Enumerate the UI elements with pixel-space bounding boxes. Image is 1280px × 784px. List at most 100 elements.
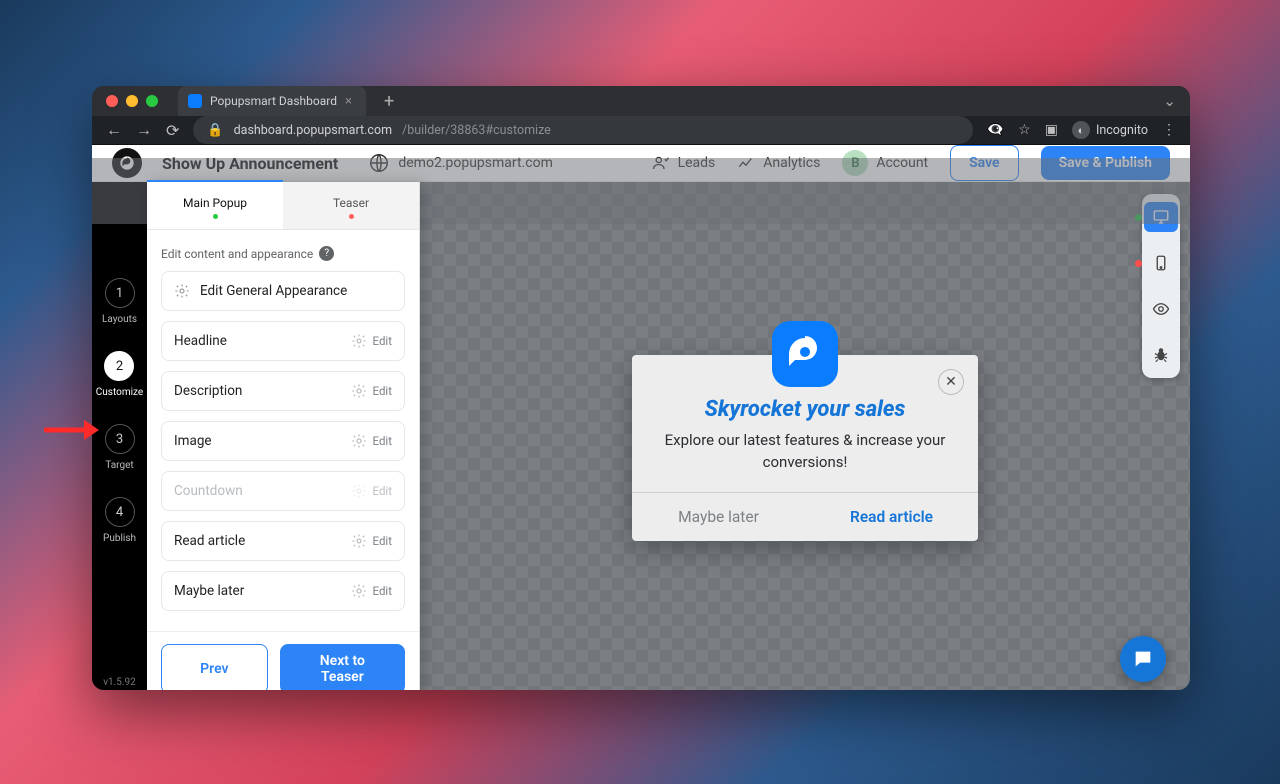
row-countdown-edit[interactable]: Edit [351, 483, 392, 499]
edit-label: Edit [373, 434, 392, 448]
row-headline[interactable]: Headline Edit [161, 321, 405, 361]
step-publish-label: Publish [103, 533, 136, 544]
edit-label: Edit [373, 384, 392, 398]
popup-close-icon[interactable]: ✕ [938, 369, 964, 395]
device-debug[interactable] [1144, 340, 1178, 370]
popup-headline: Skyrocket your sales [632, 397, 978, 422]
gear-icon [351, 383, 367, 399]
gear-icon [351, 533, 367, 549]
tabs-dropdown-icon[interactable]: ⌄ [1163, 92, 1176, 110]
workspace: 1 Layouts 2 Customize 3 Target 4 Publish… [92, 182, 1190, 690]
url-field[interactable]: 🔒 dashboard.popupsmart.com/builder/38863… [193, 116, 972, 144]
step-publish[interactable]: 4 Publish [103, 497, 136, 544]
step-rail: 1 Layouts 2 Customize 3 Target 4 Publish… [92, 182, 147, 690]
gear-icon [351, 483, 367, 499]
tab-close-icon[interactable]: × [345, 94, 352, 109]
step-customize-label: Customize [96, 387, 143, 398]
step-layouts-num: 1 [105, 278, 135, 308]
gear-icon [351, 583, 367, 599]
panel-tabs: Main Popup Teaser [147, 182, 419, 230]
row-maybe-edit[interactable]: Edit [351, 583, 392, 599]
row-description[interactable]: Description Edit [161, 371, 405, 411]
browser-menu-icon[interactable]: ⋮ [1162, 122, 1176, 138]
incognito-label: Incognito [1096, 123, 1148, 138]
row-read-edit[interactable]: Edit [351, 533, 392, 549]
row-countdown-label: Countdown [174, 483, 243, 499]
edit-label: Edit [373, 584, 392, 598]
row-image-label: Image [174, 433, 212, 449]
tab-teaser[interactable]: Teaser [283, 182, 419, 229]
row-maybe-later[interactable]: Maybe later Edit [161, 571, 405, 611]
mobile-icon [1144, 248, 1178, 278]
row-maybe-label: Maybe later [174, 583, 244, 599]
status-dot-active-icon [213, 214, 218, 219]
popup-preview: ✕ Skyrocket your sales Explore our lates… [632, 355, 978, 540]
customize-panel: Main Popup Teaser Edit content and appea… [147, 182, 420, 690]
popup-read-article-button[interactable]: Read article [805, 492, 978, 540]
panel-list-title-text: Edit content and appearance [161, 247, 313, 261]
back-icon[interactable]: ← [106, 120, 122, 140]
panel-footer: Prev Next to Teaser [147, 631, 419, 690]
extensions-icon[interactable]: ▣ [1045, 122, 1058, 138]
row-headline-label: Headline [174, 333, 227, 349]
step-target-num: 3 [105, 424, 135, 454]
row-description-edit[interactable]: Edit [351, 383, 392, 399]
minimize-window-control[interactable] [126, 95, 138, 107]
prev-button[interactable]: Prev [161, 644, 268, 690]
device-mobile[interactable] [1144, 248, 1178, 278]
eye-off-icon[interactable]: 👁‍🗨 [987, 122, 1004, 138]
bookmark-icon[interactable]: ☆ [1018, 122, 1031, 138]
browser-window: Popupsmart Dashboard × + ⌄ ← → ⟳ 🔒 dashb… [92, 86, 1190, 690]
popup-buttons: Maybe later Read article [632, 491, 978, 540]
browser-tab[interactable]: Popupsmart Dashboard × [178, 86, 366, 116]
fullscreen-window-control[interactable] [146, 95, 158, 107]
incognito-badge: ◐ Incognito [1072, 121, 1148, 139]
step-layouts[interactable]: 1 Layouts [102, 278, 137, 325]
row-headline-edit[interactable]: Edit [351, 333, 392, 349]
popup-description: Explore our latest features & increase y… [632, 430, 978, 492]
tab-main-popup[interactable]: Main Popup [147, 180, 283, 229]
new-tab-button[interactable]: + [384, 91, 394, 112]
row-general-appearance[interactable]: Edit General Appearance [161, 271, 405, 311]
close-window-control[interactable] [106, 95, 118, 107]
panel-list: Edit content and appearance ? Edit Gener… [147, 230, 419, 631]
step-layouts-label: Layouts [102, 314, 137, 325]
chat-icon [1132, 648, 1154, 670]
url-host: dashboard.popupsmart.com [234, 123, 392, 138]
chat-button[interactable] [1120, 636, 1166, 682]
step-customize[interactable]: 2 Customize [96, 351, 143, 398]
gear-icon [174, 283, 190, 299]
tab-favicon [188, 94, 202, 108]
lock-icon: 🔒 [207, 123, 223, 138]
popup-logo [772, 321, 838, 387]
preview-canvas: ✕ Skyrocket your sales Explore our lates… [420, 182, 1190, 690]
version-label: v1.5.92 [103, 677, 136, 688]
address-bar: ← → ⟳ 🔒 dashboard.popupsmart.com/builder… [92, 116, 1190, 145]
device-preview[interactable] [1144, 294, 1178, 324]
row-read-label: Read article [174, 533, 245, 549]
window-controls [106, 95, 158, 107]
tab-teaser-label: Teaser [333, 196, 369, 210]
row-countdown[interactable]: Countdown Edit [161, 471, 405, 511]
step-target[interactable]: 3 Target [105, 424, 135, 471]
gear-icon [351, 433, 367, 449]
edit-label: Edit [373, 484, 392, 498]
bug-icon [1144, 340, 1178, 370]
row-image[interactable]: Image Edit [161, 421, 405, 461]
next-button[interactable]: Next to Teaser [280, 644, 405, 690]
tab-main-popup-label: Main Popup [183, 196, 247, 210]
row-image-edit[interactable]: Edit [351, 433, 392, 449]
panel-list-title: Edit content and appearance ? [161, 246, 405, 261]
help-icon[interactable]: ? [319, 246, 334, 261]
edit-label: Edit [373, 534, 392, 548]
row-description-label: Description [174, 383, 242, 399]
popup-maybe-later-button[interactable]: Maybe later [632, 492, 805, 540]
row-general-label: Edit General Appearance [200, 283, 347, 299]
incognito-icon: ◐ [1072, 121, 1090, 139]
edit-label: Edit [373, 334, 392, 348]
reload-icon[interactable]: ⟳ [166, 121, 179, 140]
eye-icon [1144, 294, 1178, 324]
row-read-article[interactable]: Read article Edit [161, 521, 405, 561]
forward-icon[interactable]: → [136, 120, 152, 140]
browser-titlebar: Popupsmart Dashboard × + ⌄ [92, 86, 1190, 116]
